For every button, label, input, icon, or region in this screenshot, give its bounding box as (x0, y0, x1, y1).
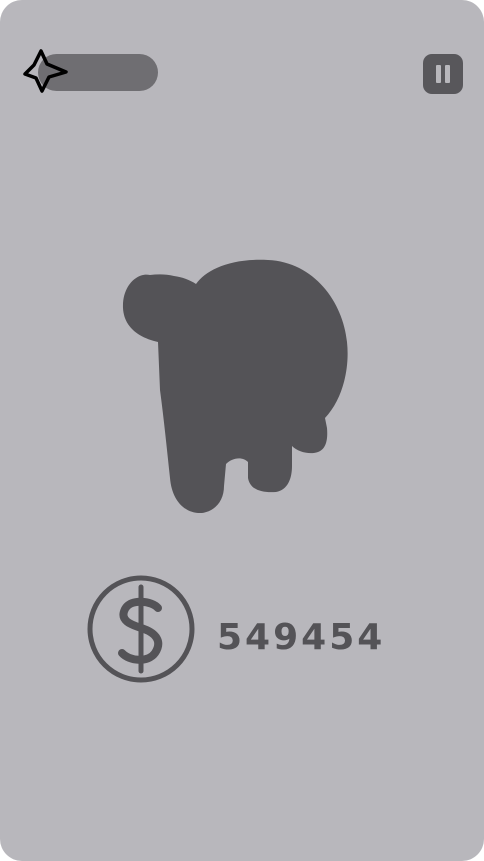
coin-count: 549454 (217, 617, 386, 658)
game-screen: 549454 (0, 0, 484, 861)
coin-icon (87, 575, 195, 683)
star-icon (23, 49, 68, 93)
creature-silhouette (122, 259, 348, 514)
pause-button[interactable] (423, 54, 463, 94)
pause-icon (436, 65, 441, 83)
